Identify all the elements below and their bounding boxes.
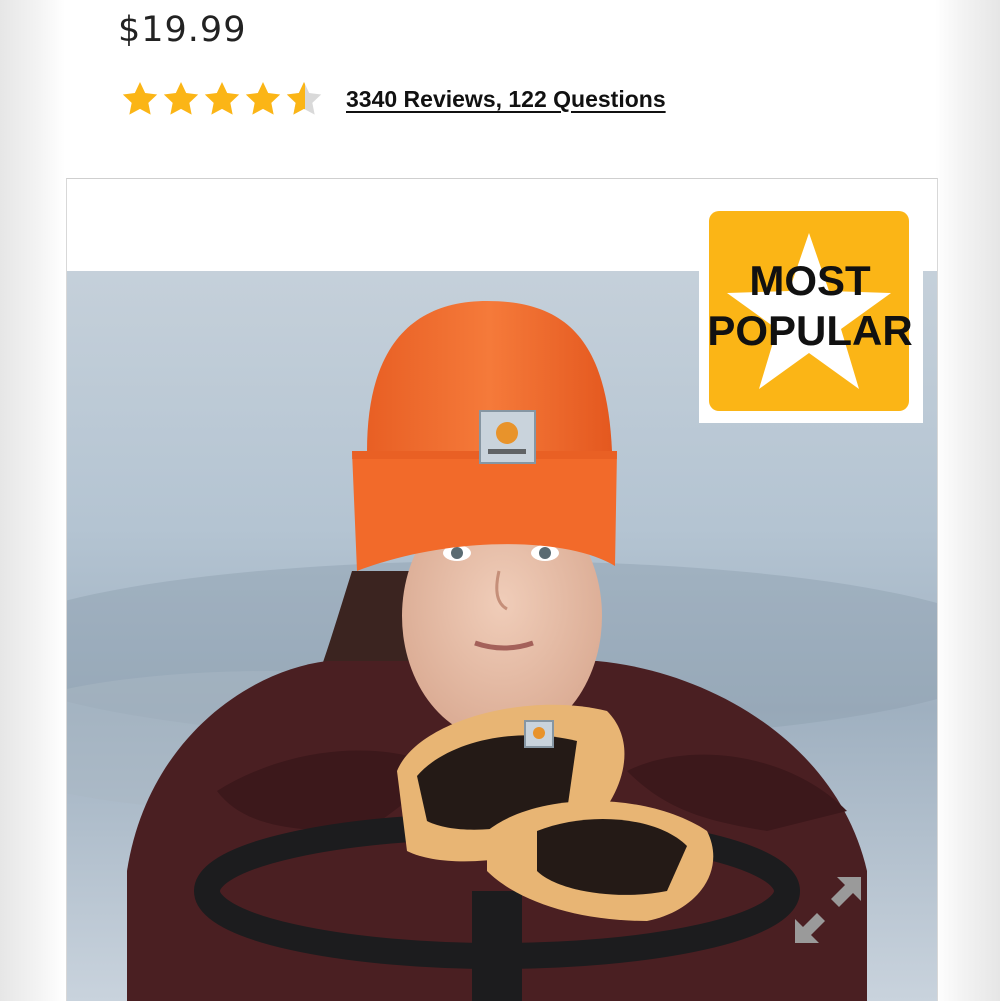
reviews-questions-link[interactable]: 3340 Reviews, 122 Questions [346, 86, 666, 113]
product-price: $19.99 [118, 10, 247, 50]
most-popular-badge-graphic: MOST POPULAR [707, 211, 913, 411]
badge-line-1: MOST [749, 257, 871, 304]
half-star-icon [286, 82, 322, 115]
most-popular-badge: MOST POPULAR [699, 203, 923, 423]
badge-line-2: POPULAR [707, 307, 912, 354]
product-image-frame: MOST POPULAR [66, 178, 938, 1001]
star-icon [122, 82, 158, 115]
star-icon [163, 82, 199, 115]
expand-arrows-icon [795, 877, 861, 943]
product-page: $19.99 3340 Reviews, 122 Questions MOST … [66, 0, 938, 1001]
rating-row: 3340 Reviews, 122 Questions [120, 78, 666, 120]
star-icon [204, 82, 240, 115]
expand-image-button[interactable] [785, 867, 871, 953]
star-rating[interactable] [120, 79, 324, 119]
star-icon [245, 82, 281, 115]
